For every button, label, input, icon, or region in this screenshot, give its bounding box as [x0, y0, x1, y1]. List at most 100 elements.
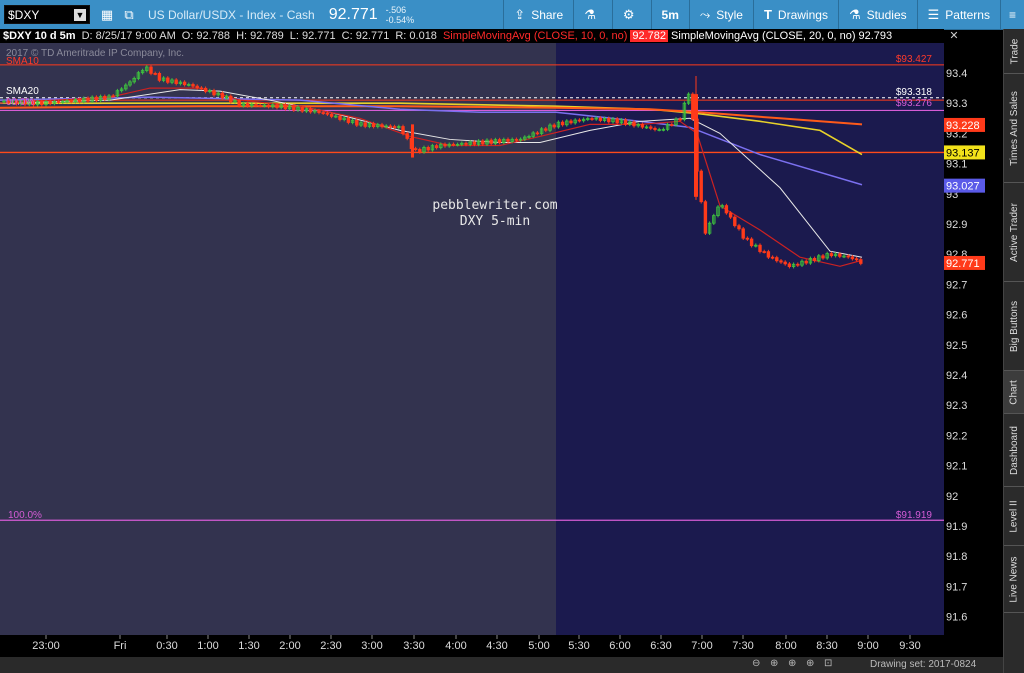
candle-body: [413, 148, 418, 151]
x-tick-label: 8:30: [816, 640, 837, 652]
settings-button[interactable]: ⚙: [611, 0, 651, 29]
bottom-bar: ⊖ ⊕ ⊕ ⊕ ⊡ Drawing set: 2017-0824: [0, 657, 1003, 673]
y-tick-label: 93.1: [946, 159, 967, 171]
x-tick-label: 4:00: [445, 640, 466, 652]
x-tick-label: 9:30: [899, 640, 920, 652]
candle-body: [266, 104, 271, 108]
studies-flask-icon: ⚗: [848, 6, 861, 22]
candle-body: [191, 84, 195, 87]
sidebar-tab-big-buttons[interactable]: Big Buttons: [1004, 282, 1024, 371]
change-percent: -0.54%: [385, 14, 415, 25]
studies-button[interactable]: ⚗ Studies: [837, 0, 917, 29]
candle-body: [703, 201, 708, 234]
candle-body: [653, 127, 657, 130]
candle-body: [355, 119, 359, 126]
grid-icon[interactable]: ▦: [98, 6, 116, 24]
candle-body: [838, 253, 842, 257]
price-chart[interactable]: 93.493.393.293.19392.992.892.792.692.592…: [0, 43, 1003, 657]
share-button[interactable]: ⇪ Share: [503, 0, 573, 29]
candle-body: [321, 112, 325, 114]
candle-body: [821, 255, 825, 259]
candle-body: [149, 66, 153, 74]
style-icon: ⤳: [699, 6, 711, 22]
change-value: -.506: [385, 4, 407, 15]
candle-body: [371, 123, 376, 128]
chevron-down-icon[interactable]: ▼: [74, 8, 86, 21]
candle-body: [195, 85, 199, 89]
candle-body: [497, 139, 502, 143]
candle-body: [166, 77, 170, 83]
bar-open: O: 92.788: [181, 30, 231, 42]
candle-body: [401, 126, 405, 135]
price-tag-text: 93.228: [946, 120, 980, 132]
y-tick-label: 91.6: [946, 612, 967, 624]
candle-body: [775, 257, 779, 262]
line-label-93427: $93.427: [896, 54, 933, 65]
candle-body: [86, 97, 90, 102]
candle-body: [153, 73, 157, 75]
crosshair-icon[interactable]: ⊕: [788, 658, 796, 669]
sma20-value: 92.793: [858, 30, 893, 42]
candle-body: [787, 263, 792, 268]
zoom-in-icon[interactable]: ⊕: [806, 658, 814, 669]
instrument-title: US Dollar/USDX - Index - Cash: [148, 7, 315, 22]
drawings-button[interactable]: T Drawings: [752, 0, 838, 29]
patterns-button[interactable]: ☰ Patterns: [916, 0, 1000, 29]
watermark-line-2: DXY 5-min: [459, 214, 531, 229]
candle-body: [388, 125, 393, 128]
x-tick-label: 7:30: [732, 640, 753, 652]
flask-button[interactable]: ⚗: [573, 0, 612, 29]
menu-button[interactable]: ≡: [999, 0, 1024, 29]
x-tick-label: 9:00: [857, 640, 878, 652]
candle-body: [640, 123, 645, 128]
right-sidebar: Trade Times And Sales Active Trader Big …: [1003, 29, 1024, 673]
x-tick-label: 5:30: [568, 640, 589, 652]
drawing-set-label[interactable]: Drawing set: 2017-0824: [870, 659, 976, 670]
candle-body: [846, 255, 850, 258]
watermark: pebblewriter.com DXY 5-min: [400, 198, 590, 230]
sma10-value: 92.782: [630, 30, 669, 42]
candle-body: [77, 99, 82, 102]
candle-body: [850, 256, 855, 260]
line-label-91919: $91.919: [896, 510, 933, 521]
symbol-selector[interactable]: $DXY ▼: [4, 5, 90, 24]
sidebar-tab-active-trader[interactable]: Active Trader: [1004, 183, 1024, 282]
studies-label: Studies: [866, 7, 907, 22]
share-label: Share: [531, 7, 564, 22]
candle-body: [292, 105, 296, 111]
candle-body: [40, 101, 44, 105]
style-button[interactable]: ⤳ Style: [688, 0, 753, 29]
candle-body: [699, 170, 703, 203]
sidebar-tab-dashboard[interactable]: Dashboard: [1004, 414, 1024, 487]
candle-body: [346, 117, 351, 123]
reset-zoom-icon[interactable]: ⊡: [824, 658, 832, 669]
sidebar-tab-times-and-sales[interactable]: Times And Sales: [1004, 74, 1024, 183]
sma10-label: SMA10: [6, 56, 39, 67]
time-axis-area[interactable]: [0, 635, 944, 657]
candle-body: [392, 126, 397, 128]
zoom-out-icon[interactable]: ⊖: [752, 658, 760, 669]
candle-body: [859, 259, 863, 264]
link-icon[interactable]: ⧉: [120, 6, 138, 24]
settings-wrench-icon[interactable]: ✕: [944, 29, 964, 43]
pan-icon[interactable]: ⊕: [770, 658, 778, 669]
bar-low: L: 92.771: [289, 30, 336, 42]
candle-body: [544, 128, 548, 131]
last-price: 92.771: [328, 5, 378, 23]
timeframe-button[interactable]: 5m: [650, 0, 689, 29]
sidebar-tab-live-news[interactable]: Live News: [1004, 546, 1024, 613]
x-tick-label: 3:30: [403, 640, 424, 652]
candle-body: [443, 143, 447, 147]
candle-body: [854, 258, 859, 261]
symbol-text: $DXY: [8, 7, 40, 22]
candle-body: [737, 225, 741, 230]
share-icon: ⇪: [514, 6, 526, 22]
y-tick-label: 92.6: [946, 310, 967, 322]
candle-body: [258, 105, 262, 107]
sidebar-tab-level-ii[interactable]: Level II: [1004, 487, 1024, 546]
candle-body: [338, 115, 342, 120]
candle-body: [560, 121, 565, 126]
candle-body: [300, 106, 304, 112]
sidebar-tab-chart[interactable]: Chart: [1004, 371, 1024, 414]
sidebar-tab-trade[interactable]: Trade: [1004, 29, 1024, 74]
